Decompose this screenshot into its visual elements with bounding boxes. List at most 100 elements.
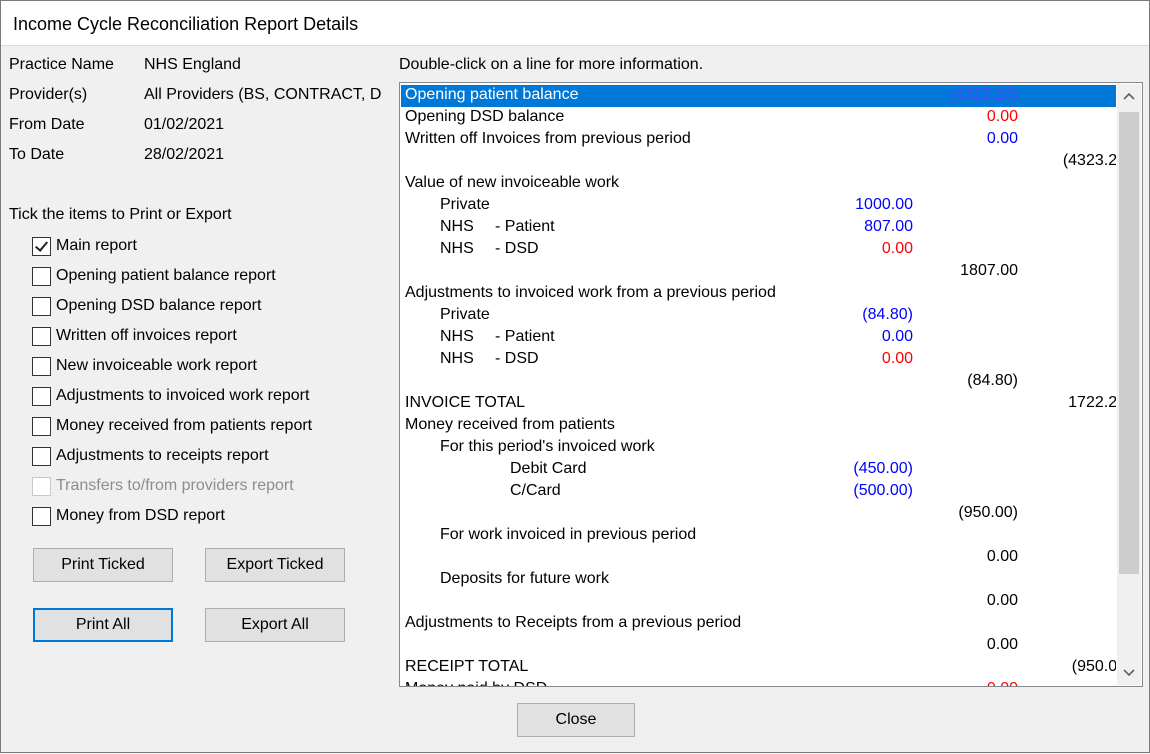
checkbox[interactable] (32, 267, 51, 286)
report-row[interactable]: NHS - Patient 0.00 (401, 327, 1116, 349)
report-rows: Opening patient balance (4323.20) Opening … (401, 84, 1116, 686)
print-ticked-button[interactable]: Print Ticked (33, 548, 173, 582)
checkbox-label: Adjustments to invoiced work report (56, 387, 310, 404)
check-icon (34, 238, 49, 252)
report-details-window: Income Cycle Reconciliation Report Detai… (0, 0, 1150, 753)
practice-name-value: NHS England (144, 56, 241, 73)
close-button[interactable]: Close (517, 703, 635, 737)
checkbox[interactable] (32, 297, 51, 316)
row-amount-c1: (500.00) (853, 482, 913, 499)
row-amount-c1: 807.00 (864, 218, 913, 235)
row-amount-c2: 0.00 (986, 592, 1018, 609)
report-row[interactable]: C/Card (500.00) (401, 481, 1116, 503)
export-ticked-button[interactable]: Export Ticked (205, 548, 345, 582)
double-click-hint: Double-click on a line for more informat… (399, 56, 704, 73)
row-amount-c3: (950.00 (1071, 658, 1116, 675)
checkbox-label: Main report (56, 237, 137, 254)
from-date-value: 01/02/2021 (144, 116, 225, 133)
checkbox[interactable] (32, 507, 51, 526)
row-amount-c2: 0.00 (986, 636, 1018, 653)
report-row[interactable]: (4323.20 (401, 151, 1116, 173)
report-row[interactable]: (84.80) (401, 371, 1116, 393)
checkbox[interactable] (32, 417, 51, 436)
checkbox[interactable] (32, 327, 51, 346)
checkbox[interactable] (32, 237, 51, 256)
report-row[interactable]: Adjustments to invoiced work from a prev… (401, 283, 1116, 305)
report-row[interactable]: For this period's invoiced work (401, 437, 1116, 459)
report-listbox[interactable]: Opening patient balance (4323.20) Opening … (399, 82, 1143, 687)
row-label: Adjustments to Receipts from a previous … (405, 614, 742, 631)
row-amount-c2: (84.80) (967, 372, 1018, 389)
checkbox-label: Adjustments to receipts report (56, 447, 269, 464)
report-row[interactable]: Private 1000.00 (401, 195, 1116, 217)
checkbox-label: Money from DSD report (56, 507, 225, 524)
report-row[interactable]: RECEIPT TOTAL (950.00 (401, 657, 1116, 679)
row-label: Value of new invoiceable work (405, 174, 620, 191)
row-amount-c2: 0.00 (986, 130, 1018, 147)
report-row[interactable]: NHS - Patient 807.00 (401, 217, 1116, 239)
report-row[interactable]: Value of new invoiceable work (401, 173, 1116, 195)
print-all-button[interactable]: Print All (33, 608, 173, 642)
report-row[interactable]: 0.00 (401, 591, 1116, 613)
row-amount-c1: 1000.00 (855, 196, 913, 213)
report-row[interactable]: Private (84.80) (401, 305, 1116, 327)
export-all-button[interactable]: Export All (205, 608, 345, 642)
checkbox[interactable] (32, 387, 51, 406)
row-amount-c1: 0.00 (881, 350, 913, 367)
report-row[interactable]: For work invoiced in previous period (401, 525, 1116, 547)
checkbox[interactable] (32, 357, 51, 376)
report-row[interactable]: NHS - DSD 0.00 (401, 349, 1116, 371)
row-label: NHS (440, 328, 474, 345)
row-label: C/Card (510, 482, 561, 499)
row-label: Money received from patients (405, 416, 615, 433)
row-label: Private (440, 306, 490, 323)
report-row[interactable]: Deposits for future work (401, 569, 1116, 591)
row-amount-c1: 0.00 (881, 328, 913, 345)
report-row[interactable]: Debit Card (450.00) (401, 459, 1116, 481)
report-row[interactable]: NHS - DSD 0.00 (401, 239, 1116, 261)
chevron-down-icon[interactable] (1117, 661, 1141, 685)
chevron-up-icon[interactable] (1117, 84, 1141, 108)
providers-value: All Providers (BS, CONTRACT, D (144, 86, 382, 103)
row-label: Opening patient balance (405, 86, 579, 103)
report-row[interactable]: Adjustments to Receipts from a previous … (401, 613, 1116, 635)
report-row[interactable]: Money paid by DSD 0.00 (401, 679, 1116, 686)
row-label: Private (440, 196, 490, 213)
to-date-value: 28/02/2021 (144, 146, 225, 163)
checkbox-label: Opening patient balance report (56, 267, 276, 284)
row-label: Opening DSD balance (405, 108, 565, 125)
row-label: NHS (440, 240, 474, 257)
row-sublabel: - DSD (495, 350, 539, 367)
row-label: INVOICE TOTAL (405, 394, 526, 411)
row-label: Deposits for future work (440, 570, 609, 587)
report-row[interactable]: 0.00 (401, 635, 1116, 657)
row-label: Adjustments to invoiced work from a prev… (405, 284, 776, 301)
report-row[interactable]: Opening DSD balance 0.00 (401, 107, 1116, 129)
report-row[interactable]: 1807.00 (401, 261, 1116, 283)
practice-name-label: Practice Name (9, 56, 114, 73)
checkbox-label: Money received from patients report (56, 417, 313, 434)
checkbox[interactable] (32, 447, 51, 466)
checkbox-label: Transfers to/from providers report (56, 477, 294, 494)
row-sublabel: - Patient (495, 218, 555, 235)
providers-label: Provider(s) (9, 86, 88, 103)
report-row[interactable]: (950.00) (401, 503, 1116, 525)
report-row[interactable]: Money received from patients (401, 415, 1116, 437)
row-label: For work invoiced in previous period (440, 526, 697, 543)
checkbox-label: Opening DSD balance report (56, 297, 262, 314)
scrollbar-thumb[interactable] (1119, 112, 1139, 574)
report-row[interactable]: Opening patient balance (4323.20) (401, 85, 1116, 107)
row-amount-c2: 0.00 (987, 680, 1018, 686)
tick-items-label: Tick the items to Print or Export (9, 206, 232, 223)
report-row[interactable]: 0.00 (401, 547, 1116, 569)
row-amount-c3: (4323.20 (1062, 152, 1116, 169)
vertical-scrollbar[interactable] (1117, 84, 1141, 685)
report-row[interactable]: Written off Invoices from previous perio… (401, 129, 1116, 151)
row-sublabel: - DSD (495, 240, 539, 257)
row-label: Debit Card (510, 460, 587, 477)
row-label: NHS (440, 350, 474, 367)
report-row[interactable]: INVOICE TOTAL 1722.20 (401, 393, 1116, 415)
left-panel: Practice Name NHS England Provider(s) Al… (1, 1, 391, 754)
row-amount-c3: 1722.20 (1068, 394, 1116, 411)
row-amount-c1: (84.80) (862, 306, 913, 323)
